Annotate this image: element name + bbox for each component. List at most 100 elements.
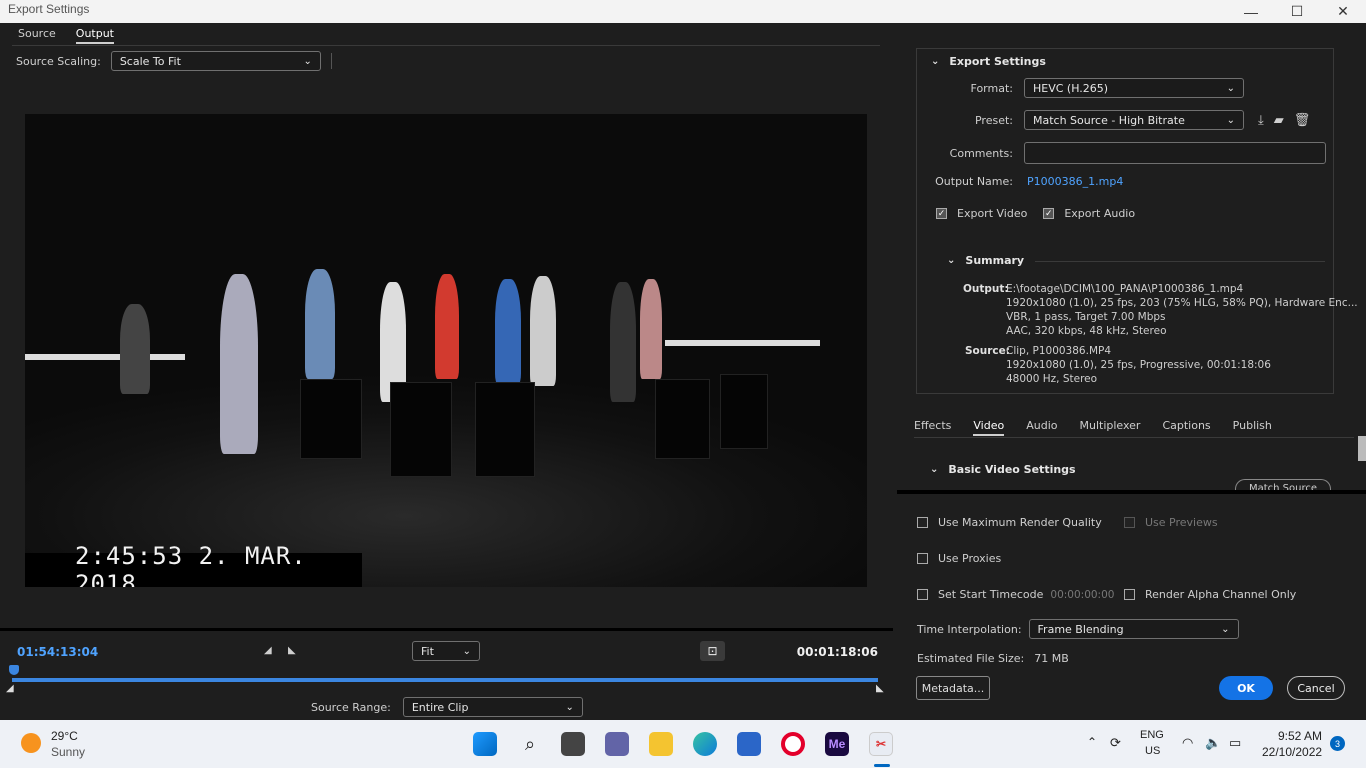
in-point-icon[interactable]: ◢ (6, 683, 14, 694)
close-icon[interactable]: ✕ (1320, 0, 1366, 23)
current-timecode[interactable]: 01:54:13:04 (17, 645, 98, 659)
export-video-checkbox[interactable]: ✓ (936, 208, 947, 219)
summary-output-line: 1920x1080 (1.0), 25 fps, 203 (75% HLG, 5… (1006, 297, 1358, 309)
summary-heading: Summary (965, 254, 1025, 267)
preset-dropdown[interactable]: Match Source - High Bitrate ⌄ (1024, 110, 1244, 130)
tab-source[interactable]: Source (18, 27, 56, 44)
clock-time[interactable]: 9:52 AM (1278, 729, 1322, 743)
sync-icon[interactable]: ⟳ (1110, 735, 1121, 751)
clock-date[interactable]: 22/10/2022 (1262, 745, 1322, 759)
volume-icon[interactable]: 🔈 (1205, 735, 1221, 751)
use-proxies-checkbox[interactable] (917, 553, 928, 564)
aspect-ratio-icon[interactable]: ⊡ (700, 641, 725, 661)
comments-input[interactable] (1024, 142, 1326, 164)
start-timecode-checkbox[interactable] (917, 589, 928, 600)
tab-publish[interactable]: Publish (1233, 419, 1272, 436)
weather-temp[interactable]: 29°C (51, 729, 78, 743)
source-range-value: Entire Clip (411, 700, 469, 714)
notification-badge[interactable]: 3 (1330, 736, 1345, 751)
opera-icon[interactable] (781, 732, 805, 756)
store-icon[interactable] (737, 732, 761, 756)
task-view-icon[interactable] (561, 732, 585, 756)
active-app-indicator (874, 764, 890, 767)
mark-out-icon[interactable]: ◣ (288, 645, 296, 656)
mark-in-icon[interactable]: ◢ (264, 645, 272, 656)
import-preset-icon[interactable]: ▰ (1274, 113, 1284, 128)
summary-source-line: 48000 Hz, Stereo (1006, 373, 1098, 385)
use-previews-checkbox[interactable] (1124, 517, 1135, 528)
playhead-handle[interactable] (9, 665, 19, 675)
time-interpolation-dropdown[interactable]: Frame Blending ⌄ (1028, 619, 1239, 639)
person-figure (610, 282, 636, 402)
chevron-up-icon[interactable]: ⌃ (1087, 735, 1097, 749)
summary-header[interactable]: ⌄ Summary (947, 254, 1024, 267)
tab-video[interactable]: Video (973, 419, 1005, 436)
video-timestamp: 2:45:53 2. MAR. 2018 (25, 542, 362, 587)
export-settings-box: ⌄ Export Settings Format: HEVC (H.265) ⌄… (916, 48, 1358, 394)
ok-button[interactable]: OK (1219, 676, 1273, 700)
media-encoder-icon[interactable]: Me (825, 732, 849, 756)
metadata-button[interactable]: Metadata... (916, 676, 990, 700)
search-icon[interactable]: ⌕ (518, 732, 542, 756)
export-settings-header[interactable]: ⌄ Export Settings (931, 55, 1046, 68)
tab-output[interactable]: Output (75, 27, 114, 44)
tab-captions[interactable]: Captions (1162, 419, 1210, 436)
source-range-dropdown[interactable]: Entire Clip ⌄ (402, 697, 583, 717)
match-source-button[interactable]: Match Source (1235, 479, 1331, 490)
save-preset-icon[interactable]: ⤓ (1258, 113, 1264, 128)
battery-icon[interactable]: ▭ (1229, 735, 1241, 751)
file-size-row: Estimated File Size: 71 MB (917, 652, 1069, 665)
start-timecode-value[interactable]: 00:00:00:00 (1050, 589, 1114, 601)
render-alpha-row: Render Alpha Channel Only (1124, 588, 1296, 601)
zoom-dropdown[interactable]: Fit ⌄ (412, 641, 480, 661)
source-range-label: Source Range: (311, 700, 391, 714)
render-alpha-checkbox[interactable] (1124, 589, 1135, 600)
settings-panel: ⌄ Export Settings Format: HEVC (H.265) ⌄… (897, 23, 1366, 720)
chevron-down-icon: ⌄ (947, 255, 956, 266)
output-name-link[interactable]: P1000386_1.mp4 (1027, 175, 1123, 188)
chair (390, 382, 452, 477)
source-scaling-row: Source Scaling: Scale To Fit ⌄ (16, 51, 332, 71)
summary-source-line: 1920x1080 (1.0), 25 fps, Progressive, 00… (1006, 359, 1271, 371)
basic-video-header[interactable]: ⌄ Basic Video Settings (930, 463, 1076, 476)
teams-icon[interactable] (605, 732, 629, 756)
sun-icon[interactable] (21, 733, 41, 753)
language-line2[interactable]: US (1145, 745, 1160, 757)
chevron-down-icon: ⌄ (1221, 623, 1230, 635)
chair (655, 379, 710, 459)
maximize-icon[interactable]: ☐ (1274, 0, 1320, 23)
out-point-icon[interactable]: ◣ (876, 683, 884, 694)
person-figure (435, 274, 459, 379)
wifi-icon[interactable]: ◠ (1182, 735, 1193, 751)
file-explorer-icon[interactable] (649, 732, 673, 756)
weather-condition[interactable]: Sunny (51, 745, 85, 759)
chevron-down-icon: ⌄ (303, 55, 312, 67)
edge-icon[interactable] (693, 732, 717, 756)
video-preview[interactable]: 2:45:53 2. MAR. 2018 (25, 114, 867, 587)
tab-multiplexer[interactable]: Multiplexer (1079, 419, 1140, 436)
max-render-checkbox[interactable] (917, 517, 928, 528)
panel-divider (897, 490, 1366, 494)
snipping-tool-icon[interactable]: ✂ (869, 732, 893, 756)
title-bar: Export Settings — ☐ ✕ (0, 0, 1366, 23)
tab-effects[interactable]: Effects (914, 419, 951, 436)
scrollbar-thumb[interactable] (1358, 436, 1366, 461)
preset-row: Preset: Match Source - High Bitrate ⌄ ⤓ … (917, 110, 1310, 130)
language-line1[interactable]: ENG (1140, 729, 1164, 741)
basic-video-heading: Basic Video Settings (948, 463, 1076, 476)
windows-start-icon[interactable] (473, 732, 497, 756)
use-previews-row: Use Previews (1124, 516, 1218, 529)
source-scaling-dropdown[interactable]: Scale To Fit ⌄ (110, 51, 321, 71)
comments-label: Comments: (949, 146, 1013, 160)
minimize-icon[interactable]: — (1228, 0, 1274, 23)
delete-preset-icon[interactable]: 🗑 (1294, 113, 1311, 128)
tab-audio[interactable]: Audio (1026, 419, 1057, 436)
timeline-track[interactable] (12, 678, 878, 682)
start-timecode-label: Set Start Timecode (938, 588, 1044, 601)
cancel-button[interactable]: Cancel (1287, 676, 1345, 700)
source-scaling-label: Source Scaling: (16, 54, 101, 68)
format-dropdown[interactable]: HEVC (H.265) ⌄ (1024, 78, 1244, 98)
export-settings-heading: Export Settings (949, 55, 1046, 68)
chevron-down-icon: ⌄ (462, 645, 471, 657)
export-audio-checkbox[interactable]: ✓ (1043, 208, 1055, 219)
